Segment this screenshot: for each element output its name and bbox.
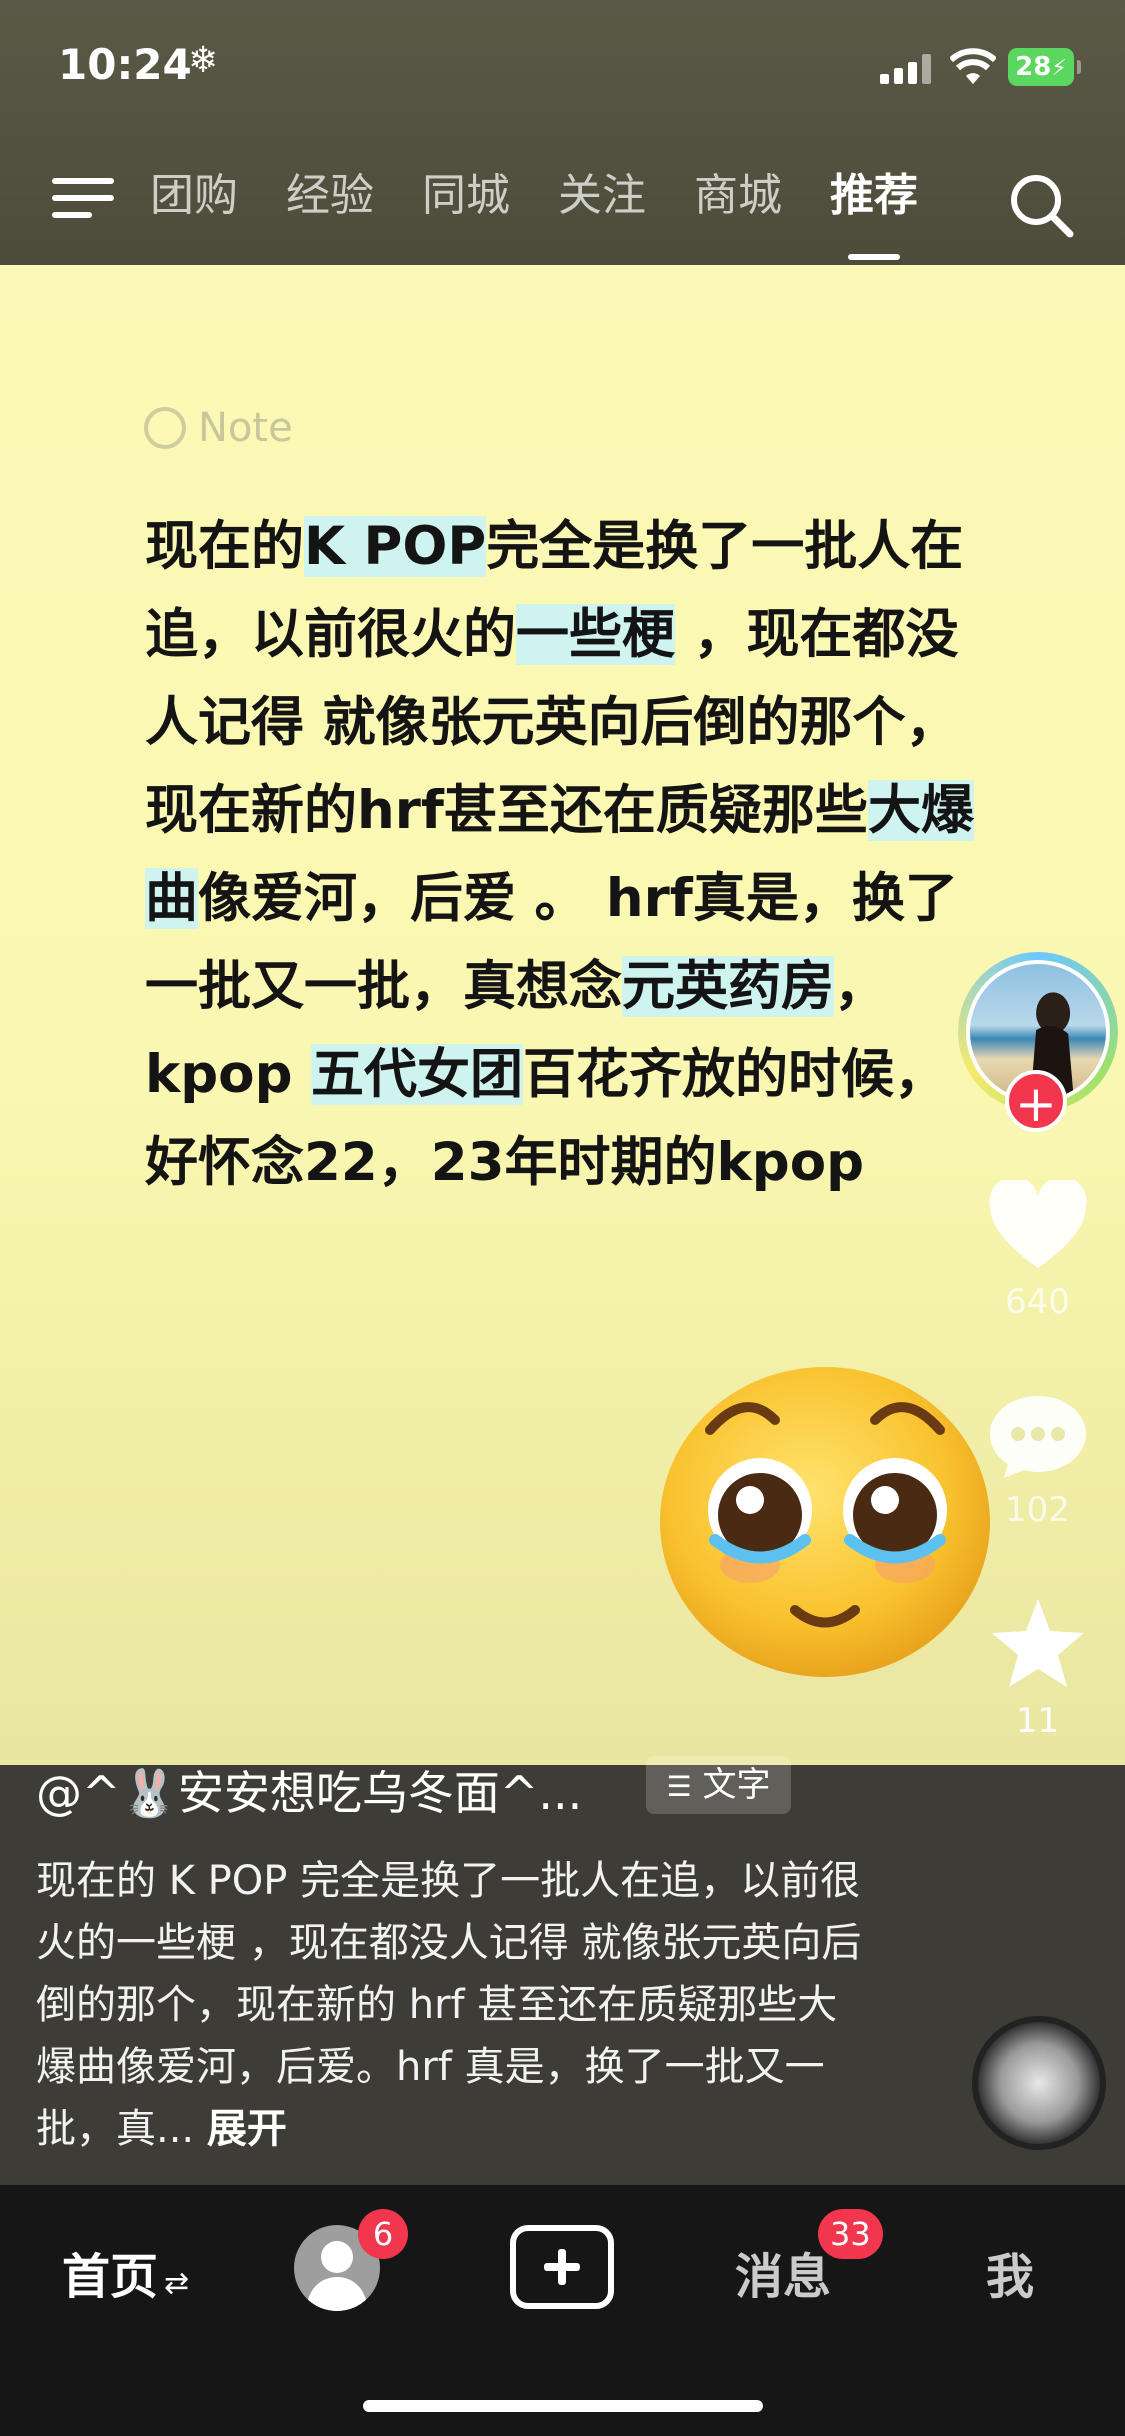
clock: 10:24: [58, 40, 192, 89]
follow-button[interactable]: +: [1005, 1070, 1067, 1133]
battery-indicator: 28⚡: [1008, 48, 1081, 86]
feed-tabs: 团购 经验 同城 关注 商城 推荐: [150, 166, 966, 260]
tab-local[interactable]: 同城: [422, 166, 510, 226]
expand-link[interactable]: 展开: [207, 2106, 287, 2152]
author-name[interactable]: @^🐰安安想吃乌冬面^...: [36, 1757, 582, 1823]
heart-icon: [988, 1176, 1087, 1268]
status-bar: 10:24 ❄ 28⚡: [0, 0, 1125, 135]
comment-count: 102: [1005, 1490, 1070, 1530]
battery-level: 28: [1015, 52, 1052, 82]
highlighted-text: 一些梗: [516, 604, 675, 665]
tab-messages[interactable]: 消息: [735, 2237, 831, 2307]
circle-icon: [144, 407, 186, 449]
tab-experience[interactable]: 经验: [286, 166, 374, 226]
charging-icon: ⚡: [1051, 56, 1067, 81]
highlighted-text: K POP: [304, 516, 487, 577]
note-body: 现在的K POP完全是换了一批人在追，以前很火的一些梗 ，现在都没人记得 就像张…: [145, 503, 975, 1207]
description-text: 现在的 K POP 完全是换了一批人在追，以前很火的一些梗 ，现在都没人记得 就…: [36, 1858, 862, 2152]
messages-badge: 33: [818, 2209, 883, 2259]
like-action[interactable]: 640: [980, 1176, 1095, 1322]
snowflake-icon: ❄: [188, 40, 219, 81]
note-header: Note: [144, 405, 293, 451]
home-indicator: [363, 2400, 763, 2412]
create-button[interactable]: [510, 2225, 614, 2309]
note-label: Note: [198, 405, 293, 451]
plus-icon: [544, 2249, 580, 2285]
cellular-signal-icon: [880, 54, 934, 84]
tab-recommended[interactable]: 推荐: [830, 166, 918, 260]
search-icon[interactable]: [1006, 170, 1076, 240]
text-tag-label: 文字: [702, 1765, 771, 1805]
pleading-face-emoji-icon: [660, 1367, 990, 1677]
comment-icon: [989, 1396, 1086, 1478]
tab-home[interactable]: 首页 ⇄: [62, 2237, 189, 2307]
switch-icon: ⇄: [164, 2266, 190, 2301]
tab-me[interactable]: 我: [986, 2237, 1034, 2307]
tab-home-label: 首页: [62, 2249, 159, 2305]
tab-following[interactable]: 关注: [558, 166, 646, 226]
tab-mall[interactable]: 商城: [694, 166, 782, 226]
comment-action[interactable]: 102: [980, 1392, 1095, 1530]
post-description[interactable]: 现在的 K POP 完全是换了一批人在追，以前很火的一些梗 ，现在都没人记得 就…: [36, 1850, 876, 2160]
list-icon: ☰: [666, 1770, 692, 1803]
music-disc[interactable]: [972, 2016, 1106, 2150]
tab-group-buy[interactable]: 团购: [150, 166, 238, 226]
text-tag[interactable]: ☰ 文字: [646, 1756, 791, 1814]
favorite-count: 11: [1015, 1701, 1060, 1741]
note-text-segment: 现在的: [145, 516, 304, 577]
bottom-tab-bar: 首页 ⇄ 6 消息 33 我: [0, 2185, 1125, 2436]
highlighted-text: 元英药房: [622, 956, 834, 1017]
top-bar: 10:24 ❄ 28⚡ 团购 经验 同城 关注 商城 推荐: [0, 0, 1125, 265]
wifi-icon: [950, 48, 996, 84]
star-icon: [991, 1599, 1084, 1687]
favorite-action[interactable]: 11: [980, 1595, 1095, 1741]
menu-icon[interactable]: [52, 174, 114, 222]
highlighted-text: 五代女团: [311, 1044, 523, 1105]
top-nav: 团购 经验 同城 关注 商城 推荐: [0, 150, 1125, 260]
friends-badge: 6: [358, 2209, 408, 2259]
like-count: 640: [1005, 1282, 1070, 1322]
